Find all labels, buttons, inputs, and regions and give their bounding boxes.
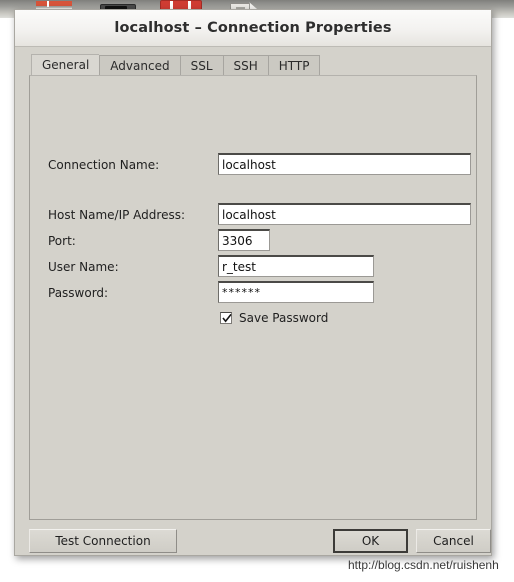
connection-properties-dialog: localhost – Connection Properties Genera…	[14, 9, 492, 556]
watermark-text: http://blog.csdn.net/ruishenh	[348, 558, 499, 572]
host-label-row: Host Name/IP Address:	[48, 208, 185, 222]
password-input[interactable]: ******	[218, 281, 374, 303]
password-label-row: Password:	[48, 286, 108, 300]
cancel-button[interactable]: Cancel	[416, 529, 491, 553]
connection-name-label: Connection Name:	[48, 158, 160, 172]
password-label: Password:	[48, 286, 109, 300]
checkmark-icon	[222, 313, 232, 323]
user-name-label-row: User Name:	[48, 260, 119, 274]
port-label: Port:	[48, 234, 76, 248]
port-label-row: Port:	[48, 234, 76, 248]
dialog-title: localhost – Connection Properties	[114, 20, 392, 36]
ok-button[interactable]: OK	[333, 529, 408, 553]
save-password-label: Save Password	[239, 311, 329, 325]
tab-advanced[interactable]: Advanced	[99, 55, 180, 75]
test-connection-button[interactable]: Test Connection	[29, 529, 177, 553]
tab-ssl[interactable]: SSL	[179, 55, 223, 75]
connection-name-input[interactable]: localhost	[218, 153, 471, 175]
user-name-label: User Name:	[48, 260, 119, 274]
connection-name-label-row: Connection Name:	[48, 158, 159, 172]
tab-general[interactable]: General	[31, 54, 100, 75]
tab-bar: General Advanced SSL SSH HTTP	[31, 54, 491, 75]
host-input[interactable]: localhost	[218, 203, 471, 225]
dialog-button-bar: Test Connection OK Cancel	[15, 529, 491, 557]
general-tab-panel: Connection Name: localhost Host Name/IP …	[29, 75, 477, 520]
user-name-input[interactable]: r_test	[218, 255, 374, 277]
save-password-checkbox-row[interactable]: Save Password	[220, 311, 328, 325]
port-input[interactable]: 3306	[218, 229, 270, 251]
tab-http[interactable]: HTTP	[267, 55, 321, 75]
tab-ssh[interactable]: SSH	[222, 55, 268, 75]
host-label: Host Name/IP Address:	[48, 208, 186, 222]
save-password-checkbox[interactable]	[220, 312, 232, 324]
dialog-titlebar: localhost – Connection Properties	[15, 10, 491, 47]
